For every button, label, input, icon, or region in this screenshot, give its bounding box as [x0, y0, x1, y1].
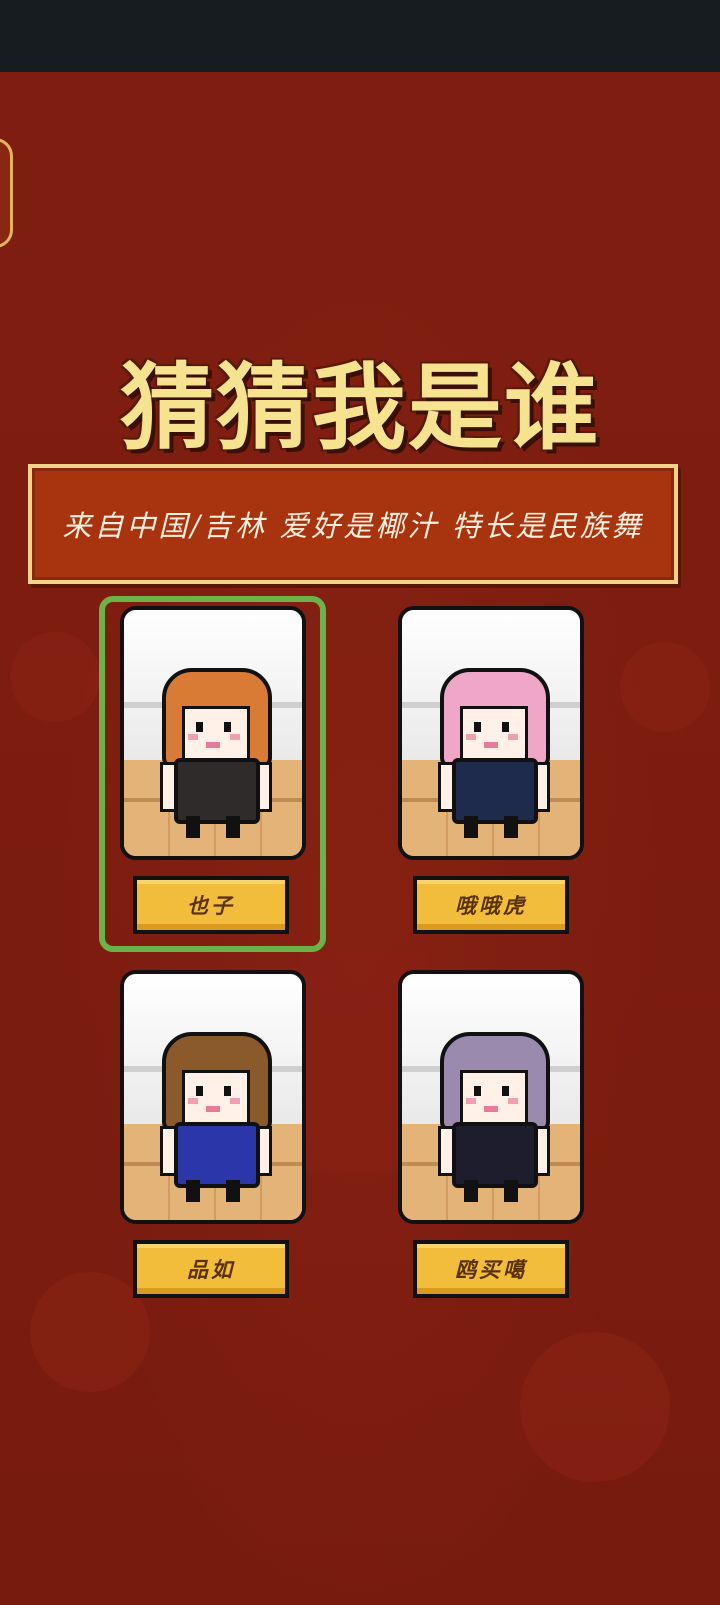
character-name-button[interactable]: 品如 [133, 1240, 289, 1298]
character-card[interactable] [120, 970, 306, 1224]
status-bar [0, 0, 720, 72]
clue-banner: 来自中国/吉林 爱好是椰汁 特长是民族舞 [28, 464, 678, 584]
character-card[interactable] [398, 606, 584, 860]
leg [464, 816, 478, 838]
character-card[interactable] [398, 970, 584, 1224]
eye [224, 722, 231, 732]
outfit [452, 1122, 538, 1188]
leg [186, 816, 200, 838]
blush [466, 734, 476, 740]
character-name-button[interactable]: 哦哦虎 [413, 876, 569, 934]
eye [502, 722, 509, 732]
back-tab[interactable] [0, 138, 13, 248]
legs [182, 1180, 244, 1204]
character-name: 也子 [187, 893, 235, 918]
blush [230, 734, 240, 740]
character-name-button[interactable]: 也子 [133, 876, 289, 934]
leg [226, 816, 240, 838]
eye [196, 1086, 203, 1096]
blush [508, 1098, 518, 1104]
eye [196, 722, 203, 732]
blush [188, 734, 198, 740]
legs [460, 816, 522, 840]
eye [224, 1086, 231, 1096]
legs [182, 816, 244, 840]
leg [504, 816, 518, 838]
character-name: 品如 [187, 1257, 235, 1282]
blush [230, 1098, 240, 1104]
background-lantern-decor [10, 632, 100, 722]
character-card[interactable] [120, 606, 306, 860]
mouth [484, 742, 498, 748]
leg [226, 1180, 240, 1202]
outfit [174, 758, 260, 824]
clue-text: 来自中国/吉林 爱好是椰汁 特长是民族舞 [62, 509, 644, 543]
background-crowd-decor [520, 1332, 670, 1482]
blush [466, 1098, 476, 1104]
outfit [174, 1122, 260, 1188]
mouth [206, 742, 220, 748]
leg [186, 1180, 200, 1202]
mouth [484, 1106, 498, 1112]
blush [188, 1098, 198, 1104]
character-name: 哦哦虎 [455, 893, 527, 918]
outfit [452, 758, 538, 824]
leg [504, 1180, 518, 1202]
character-name-button[interactable]: 鸥买噶 [413, 1240, 569, 1298]
eye [502, 1086, 509, 1096]
mouth [206, 1106, 220, 1112]
game-title: 猜猜我是谁 [119, 354, 600, 463]
eye [474, 1086, 481, 1096]
legs [460, 1180, 522, 1204]
eye [474, 722, 481, 732]
background-lantern-decor [620, 642, 710, 732]
character-name: 鸥买噶 [455, 1257, 527, 1282]
background-crowd-decor [30, 1272, 150, 1392]
leg [464, 1180, 478, 1202]
blush [508, 734, 518, 740]
